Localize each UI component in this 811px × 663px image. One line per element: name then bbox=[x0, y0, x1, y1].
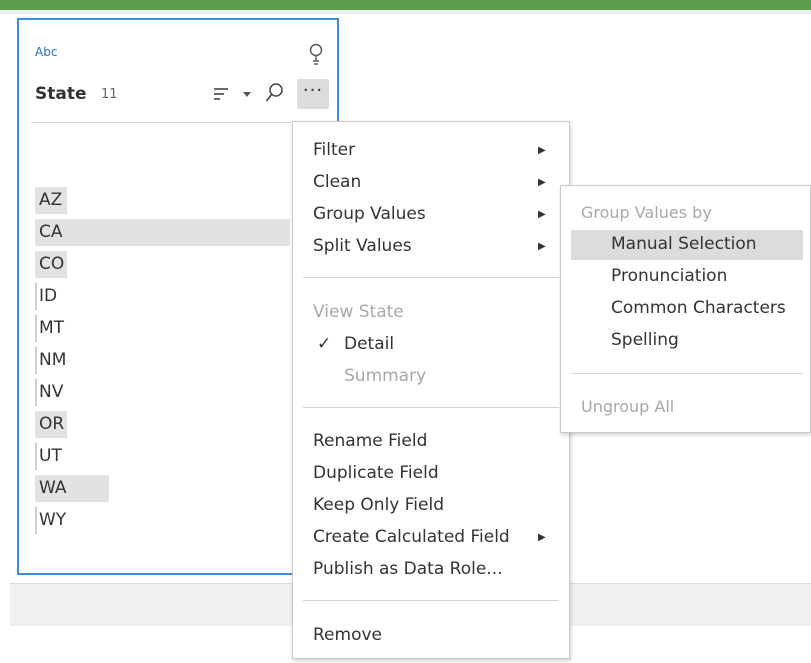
submenu-arrow-icon: ▶ bbox=[538, 532, 546, 543]
value-row[interactable]: ID bbox=[35, 280, 335, 312]
submenu-arrow-icon: ▶ bbox=[538, 145, 546, 156]
menu-item-group-values[interactable]: Group Values bbox=[313, 204, 426, 224]
value-label: CO bbox=[39, 254, 65, 274]
menu-item-create-calculated-field[interactable]: Create Calculated Field bbox=[313, 527, 510, 547]
submenu-header-group-values-by: Group Values by bbox=[581, 203, 712, 222]
menu-item-summary[interactable]: Summary bbox=[344, 366, 426, 386]
submenu-item-ungroup-all[interactable]: Ungroup All bbox=[581, 397, 674, 416]
top-accent-bar bbox=[0, 0, 811, 10]
menu-item-keep-only-field[interactable]: Keep Only Field bbox=[313, 495, 444, 515]
unique-value-count: 11 bbox=[101, 87, 118, 102]
menu-separator bbox=[303, 600, 559, 601]
value-frequency-bar bbox=[35, 379, 37, 406]
value-row[interactable]: OR bbox=[35, 408, 335, 440]
submenu-item-spelling[interactable]: Spelling bbox=[611, 330, 679, 350]
menu-item-split-values[interactable]: Split Values bbox=[313, 236, 412, 256]
value-row[interactable]: NM bbox=[35, 344, 335, 376]
value-row[interactable]: CO bbox=[35, 248, 335, 280]
group-values-submenu: Group Values by Manual Selection Pronunc… bbox=[560, 185, 811, 433]
value-frequency-bar bbox=[35, 507, 37, 534]
value-label: OR bbox=[39, 414, 65, 434]
submenu-arrow-icon: ▶ bbox=[538, 209, 546, 220]
value-label: WA bbox=[39, 478, 67, 498]
submenu-arrow-icon: ▶ bbox=[538, 241, 546, 252]
sort-dropdown-caret-icon[interactable] bbox=[243, 92, 251, 98]
more-options-button[interactable]: ··· bbox=[297, 79, 329, 109]
submenu-item-common-characters[interactable]: Common Characters bbox=[611, 298, 786, 318]
menu-item-rename-field[interactable]: Rename Field bbox=[313, 431, 427, 451]
data-type-label[interactable]: Abc bbox=[35, 45, 57, 59]
submenu-separator bbox=[571, 373, 803, 374]
value-label: NV bbox=[39, 382, 64, 402]
top-accent-underline bbox=[0, 10, 811, 14]
value-label: WY bbox=[39, 510, 67, 530]
value-label: MT bbox=[39, 318, 65, 338]
value-row[interactable]: MT bbox=[35, 312, 335, 344]
value-label: UT bbox=[39, 446, 62, 466]
menu-item-clean[interactable]: Clean bbox=[313, 172, 361, 192]
value-frequency-bar bbox=[35, 283, 37, 310]
lightbulb-icon[interactable] bbox=[307, 42, 325, 66]
menu-header-view-state: View State bbox=[313, 302, 404, 322]
value-frequency-bar bbox=[35, 443, 37, 470]
submenu-item-manual-selection[interactable]: Manual Selection bbox=[611, 234, 757, 254]
value-label: AZ bbox=[39, 190, 63, 210]
search-icon[interactable] bbox=[265, 82, 285, 104]
field-profile-card[interactable]: Abc State 11 ··· AZ CA CO ID MT NM NV OR UT WA WY bbox=[17, 18, 339, 575]
value-row[interactable]: AZ bbox=[35, 184, 335, 216]
value-label: NM bbox=[39, 350, 67, 370]
checkmark-icon: ✓ bbox=[317, 334, 332, 354]
menu-item-duplicate-field[interactable]: Duplicate Field bbox=[313, 463, 439, 483]
value-label: CA bbox=[39, 222, 63, 242]
field-context-menu: Filter ▶ Clean ▶ Group Values ▶ Split Va… bbox=[292, 121, 570, 659]
menu-separator bbox=[303, 277, 559, 278]
value-row[interactable]: CA bbox=[35, 216, 335, 248]
menu-item-publish-as-data-role[interactable]: Publish as Data Role... bbox=[313, 559, 503, 579]
submenu-item-pronunciation[interactable]: Pronunciation bbox=[611, 266, 727, 286]
field-name: State bbox=[35, 84, 87, 104]
value-row[interactable]: WA bbox=[35, 472, 335, 504]
submenu-arrow-icon: ▶ bbox=[538, 177, 546, 188]
value-frequency-bar bbox=[35, 347, 37, 374]
value-frequency-bar bbox=[35, 315, 37, 342]
menu-item-remove[interactable]: Remove bbox=[313, 625, 382, 645]
value-label: ID bbox=[39, 286, 58, 306]
menu-separator bbox=[303, 407, 559, 408]
value-frequency-bar bbox=[35, 219, 290, 246]
menu-item-filter[interactable]: Filter bbox=[313, 140, 355, 160]
card-divider bbox=[31, 122, 329, 123]
sort-icon[interactable] bbox=[212, 85, 230, 103]
value-list: AZ CA CO ID MT NM NV OR UT WA WY bbox=[35, 184, 335, 536]
value-row[interactable]: NV bbox=[35, 376, 335, 408]
value-row[interactable]: WY bbox=[35, 504, 335, 536]
menu-item-detail[interactable]: Detail bbox=[344, 334, 394, 354]
value-row[interactable]: UT bbox=[35, 440, 335, 472]
